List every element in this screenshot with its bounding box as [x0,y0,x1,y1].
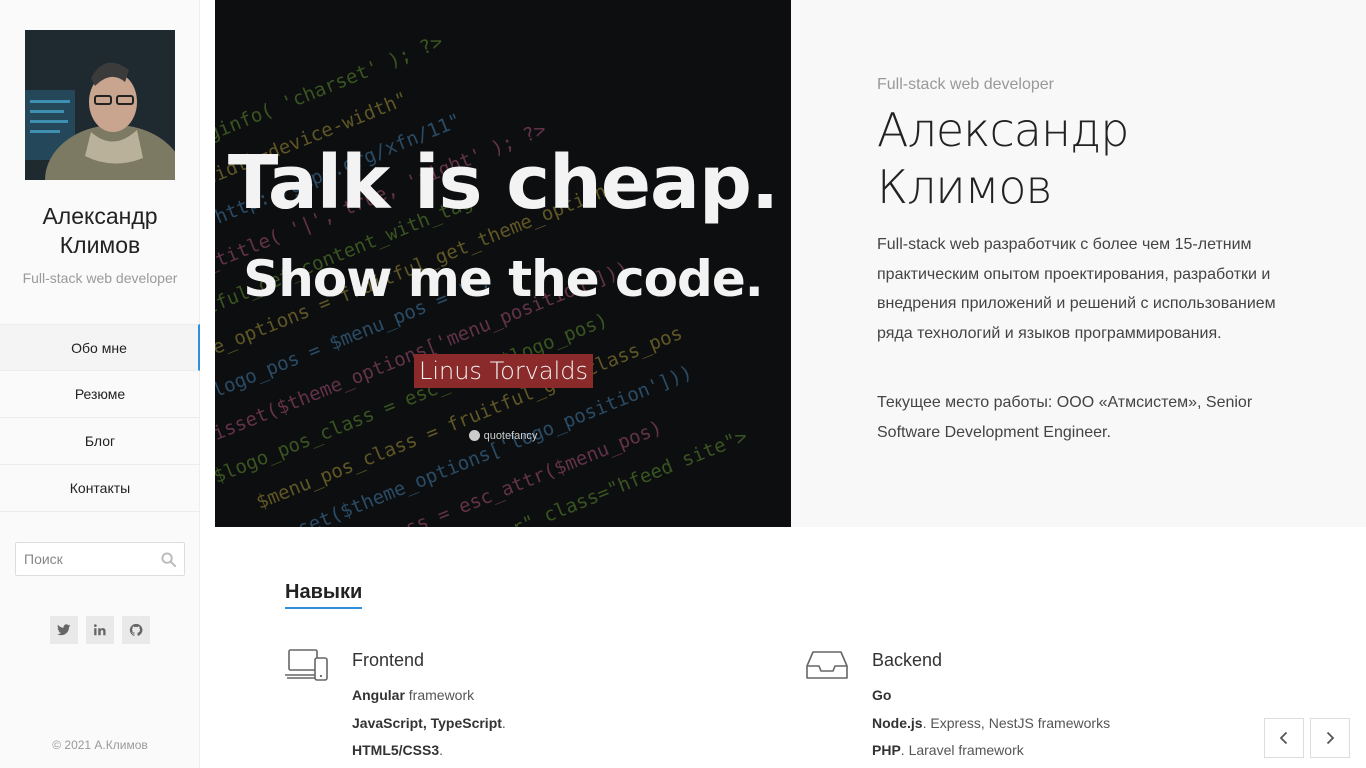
nav-item-resume[interactable]: Резюме [0,371,200,418]
skill-item-rest: . [501,714,506,731]
avatar-photo [25,30,175,180]
chevron-left-icon [1279,731,1288,745]
quote-author-badge: Linus Torvalds [414,354,593,388]
quote-line-1: Talk is cheap. [227,140,779,226]
hero-name-last: Климов [877,160,1053,214]
chevron-right-icon [1326,731,1335,745]
skill-item-bold: HTML5/CSS3 [352,742,440,758]
nav-item-about[interactable]: Обо мне [0,324,200,371]
copyright: © 2021 А.Климов [52,738,148,752]
skill-item-rest: . Express, NestJS frameworks [922,714,1111,731]
skill-item-rest: . [439,742,444,758]
sidebar-name-text: Александр Климов [42,203,158,258]
quote-line-2: Show me the code. [243,250,763,308]
github-icon [129,623,143,636]
linkedin-icon [93,624,106,636]
hero-name-first: Александр [877,103,1129,157]
skill-backend-title: Backend [872,650,943,670]
hero-current-job: Текущее место работы: ООО «Атмсистем», S… [877,394,1253,441]
linkedin-button[interactable] [86,616,114,644]
skill-frontend-title: Frontend [352,650,425,670]
hero-intro: Full-stack web developer Александр Климо… [791,0,1366,527]
search-box [15,542,185,576]
skill-item-bold: PHP [872,742,901,758]
sidebar-nav: Обо мне Резюме Блог Контакты [0,324,200,512]
skills-title: Навыки [285,581,363,609]
skills-slider-nav [1264,718,1350,758]
skill-item-bold: Node.js [872,714,923,731]
hero-description: Full-stack web разработчик с более чем 1… [877,236,1276,342]
slider-next-button[interactable] [1310,718,1350,758]
skill-backend-list: Go Node.js. Express, NestJS frameworks P… [872,682,1110,765]
skill-item-rest: framework [404,687,475,703]
twitter-icon [57,624,71,636]
hero-quote-image: <?php bloginfo( 'charset' ); ?> content=… [215,0,791,527]
devices-icon [285,649,328,681]
github-button[interactable] [122,616,150,644]
quote-brand: quotefancy [215,430,791,442]
hero-name: Александр Климов [877,102,1129,216]
search-icon[interactable] [161,552,176,567]
list-item: HTML5/CSS3. [352,737,506,765]
list-item: PHP. Laravel framework [872,737,1110,765]
nav-item-contacts[interactable]: Контакты [0,465,200,512]
inbox-icon [806,651,848,679]
social-links [50,616,150,644]
quotefancy-logo-icon [468,430,480,441]
list-item: Go [872,682,1110,710]
hero-role: Full-stack web developer [877,76,1054,93]
skill-item-bold: Go [872,687,892,703]
list-item: Angular framework [352,682,506,710]
list-item: Node.js. Express, NestJS frameworks [872,710,1110,738]
slider-prev-button[interactable] [1264,718,1304,758]
skill-item-rest: . Laravel framework [900,742,1024,758]
skill-item-bold: Angular [352,687,405,703]
sidebar-role: Full-stack web developer [22,270,178,286]
search-input[interactable] [16,543,152,575]
skill-frontend-list: Angular framework JavaScript, TypeScript… [352,682,506,765]
quote-brand-text: quotefancy [483,430,538,442]
nav-item-blog[interactable]: Блог [0,418,200,465]
sidebar-name: Александр Климов [0,202,200,260]
sidebar: Александр Климов Full-stack web develope… [0,0,200,768]
skill-item-bold: JavaScript, TypeScript [352,714,502,731]
twitter-button[interactable] [50,616,78,644]
list-item: JavaScript, TypeScript. [352,710,506,738]
avatar [25,30,175,180]
